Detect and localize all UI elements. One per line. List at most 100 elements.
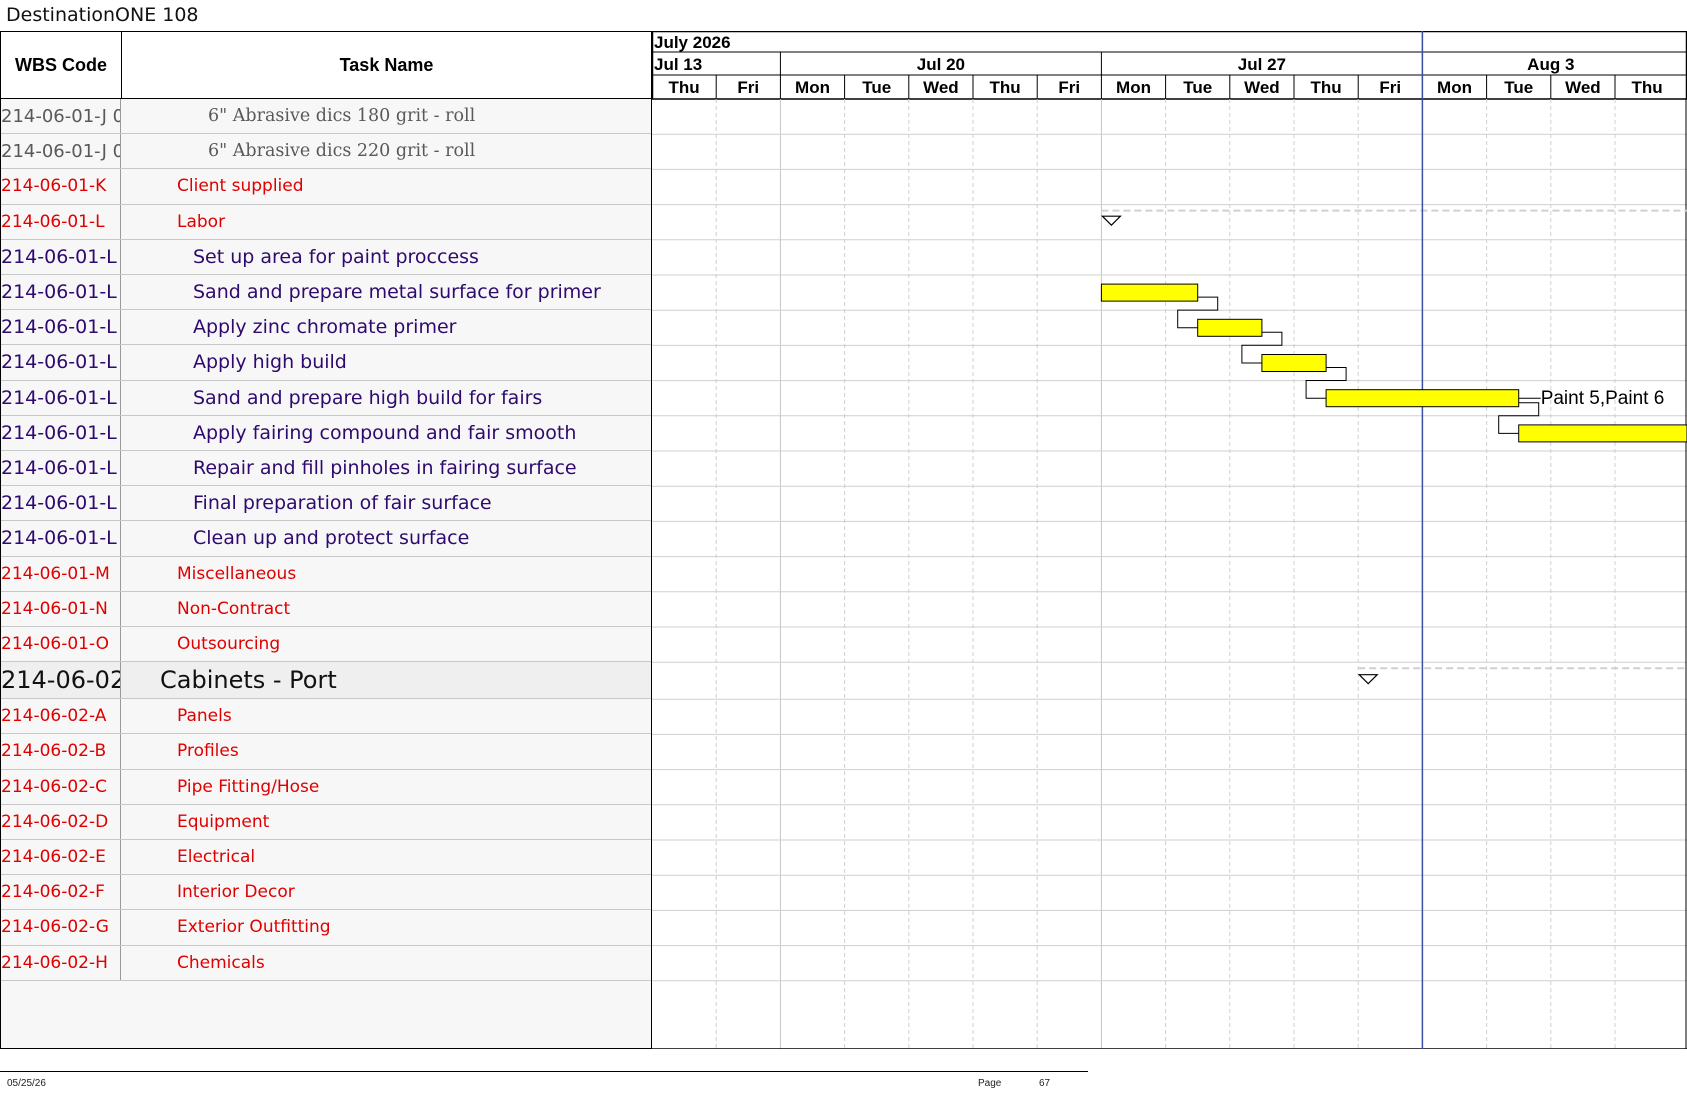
wbs-code: 214-06-02-E: [1, 840, 121, 875]
day-label: Mon: [795, 78, 830, 97]
task-name: 6" Abrasive dics 180 grit - roll: [208, 106, 476, 127]
task-bar: [1261, 354, 1327, 372]
wbs-code: 214-06-01-O: [1, 627, 121, 662]
table-row[interactable]: 214-06-02-E Electrical: [1, 840, 651, 876]
table-row[interactable]: 214-06-01-L ( Set up area for paint procc…: [1, 239, 651, 275]
wbs-code: 214-06-02: [1, 662, 121, 699]
table-row[interactable]: 214-06-01-L (Repair and fill pinholes in…: [1, 451, 651, 487]
table-row[interactable]: 214-06-01-L (Apply fairing compound and …: [1, 415, 651, 451]
task-name: Repair and fill pinholes in fairing surf…: [193, 457, 577, 480]
day-label: Wed: [923, 78, 959, 97]
month-label: July 2026: [654, 33, 731, 52]
wbs-code: 214-06-01-L: [1, 204, 121, 239]
task-bar: [1100, 283, 1199, 302]
wbs-code: 214-06-02-D: [1, 804, 121, 839]
table-row[interactable]: 214-06-01-N Non-Contract: [1, 591, 651, 627]
table-row[interactable]: 214-06-01-L (Apply zinc chromate primer: [1, 310, 651, 346]
wbs-code: 214-06-02-B: [1, 734, 121, 769]
wbs-code: 214-06-02-G: [1, 910, 121, 945]
task-name: Final preparation of fair surface: [193, 492, 492, 515]
task-name: Non-Contract: [177, 598, 291, 619]
day-label: Fri: [1058, 78, 1080, 97]
document-title: DestinationONE 108: [6, 4, 199, 26]
table-row[interactable]: 214-06-01-J 02 6" Abrasive dics 220 grit …: [1, 134, 651, 170]
task-name: Interior Decor: [177, 882, 295, 903]
gantt-canvas: July 2026 Jul 13 Jul 20 Jul 27 Aug 3 Thu Fri Mo…: [652, 31, 1687, 1049]
day-label: Thu: [1632, 78, 1663, 97]
wbs-code: 214-06-02-H: [1, 945, 121, 980]
table-row[interactable]: 214-06-01-L Labor: [1, 204, 651, 240]
wbs-code: 214-06-01-L (: [1, 239, 121, 274]
task-name: Clean up and protect surface: [193, 527, 470, 550]
wbs-code: 214-06-01-K: [1, 169, 121, 204]
footer-divider: [0, 1071, 1088, 1072]
table-row[interactable]: 214-06-01-L ( Sand and prepare metal surf…: [1, 275, 651, 311]
footer-page-label: Page: [978, 1078, 1002, 1089]
wbs-code: 214-06-02-F: [1, 875, 121, 910]
gantt-chart: July 2026 Jul 13 Jul 20 Jul 27 Aug 3 Thu Fri Mo…: [652, 31, 1687, 1049]
table-row[interactable]: 214-06-01-L ( Sand and prepare high build…: [1, 380, 651, 416]
wbs-code: 214-06-01-N: [1, 591, 121, 626]
table-row[interactable]: 214-06-01-L (Clean up and protect surfac…: [1, 521, 651, 557]
task-name: Set up area for paint proccess: [193, 245, 479, 268]
day-label: Fri: [737, 78, 759, 97]
table-row[interactable]: 214-06-02-G Exterior Outfitting: [1, 910, 651, 946]
task-name: Pipe Fitting/Hose: [177, 776, 320, 797]
table-row[interactable]: 214-06-02-B Profiles: [1, 734, 651, 770]
task-name: Panels: [177, 706, 232, 727]
day-label: Fri: [1379, 78, 1401, 97]
task-table: 214-06-01-J 02 6" Abrasive dics 180 grit …: [0, 99, 652, 1049]
table-row[interactable]: 214-06-02-C Pipe Fitting/Hose: [1, 769, 651, 805]
week-label: Jul 27: [1238, 55, 1286, 74]
task-name: Apply zinc chromate primer: [193, 316, 457, 339]
table-row[interactable]: 214-06-02-H Chemicals: [1, 945, 651, 981]
task-name: Sand and prepare high build for fairs: [193, 386, 543, 409]
task-bar: [1197, 318, 1263, 337]
table-row[interactable]: 214-06-02 Cabinets - Port: [1, 662, 651, 700]
footer-date: 05/25/26: [7, 1078, 46, 1089]
table-header: WBS Code Task Name: [0, 31, 652, 99]
task-name: Chemicals: [177, 952, 265, 973]
day-label: Tue: [1504, 78, 1533, 97]
task-name: Cabinets - Port: [160, 666, 337, 695]
table-row[interactable]: 214-06-01-L ( Final preparation of fair s…: [1, 486, 651, 522]
day-label: Tue: [1183, 78, 1212, 97]
footer-page-number: 67: [1039, 1078, 1051, 1089]
table-row[interactable]: 214-06-02-A Panels: [1, 699, 651, 735]
table-row[interactable]: 214-06-01-J 02 6" Abrasive dics 180 grit …: [1, 99, 651, 135]
task-name: Apply high build: [193, 351, 347, 374]
wbs-code: 214-06-01-J 02: [1, 99, 121, 134]
task-name: Sand and prepare metal surface for prime…: [193, 281, 601, 304]
summary-triangle-icon: [1357, 674, 1379, 685]
task-column-header[interactable]: Task Name: [122, 32, 651, 98]
table-row[interactable]: 214-06-01-M Miscellaneous: [1, 556, 651, 592]
day-label: Thu: [990, 78, 1021, 97]
wbs-code: 214-06-01-L (: [1, 380, 121, 415]
wbs-code: 214-06-01-J 02: [1, 134, 121, 169]
task-bar: [1325, 389, 1520, 408]
day-label: Wed: [1565, 78, 1601, 97]
table-row[interactable]: 214-06-02-D Equipment: [1, 804, 651, 840]
week-label: Jul 13: [654, 55, 702, 74]
task-name: Miscellaneous: [177, 563, 297, 584]
table-row[interactable]: 214-06-01-K Client supplied: [1, 169, 651, 205]
task-name: Equipment: [177, 811, 270, 832]
day-label: Thu: [1311, 78, 1342, 97]
wbs-code: 214-06-01-M: [1, 556, 121, 591]
summary-triangle-icon: [1100, 215, 1122, 227]
week-label: Aug 3: [1527, 55, 1574, 74]
wbs-column-header[interactable]: WBS Code: [1, 32, 122, 98]
task-bar: [1518, 424, 1687, 443]
table-row[interactable]: 214-06-01-L (Apply high build: [1, 345, 651, 381]
wbs-code: 214-06-01-L (: [1, 486, 121, 521]
day-label: Mon: [1116, 78, 1151, 97]
task-name: 6" Abrasive dics 220 grit - roll: [208, 141, 476, 162]
task-name: Labor: [177, 211, 226, 232]
wbs-code: 214-06-02-C: [1, 769, 121, 804]
task-name: Profiles: [177, 741, 239, 762]
table-row[interactable]: 214-06-01-O Outsourcing: [1, 627, 651, 663]
table-row[interactable]: 214-06-02-F Interior Decor: [1, 875, 651, 911]
wbs-code: 214-06-01-L (: [1, 275, 121, 310]
task-name: Apply fairing compound and fair smooth: [193, 421, 577, 444]
task-name: Client supplied: [177, 176, 304, 197]
